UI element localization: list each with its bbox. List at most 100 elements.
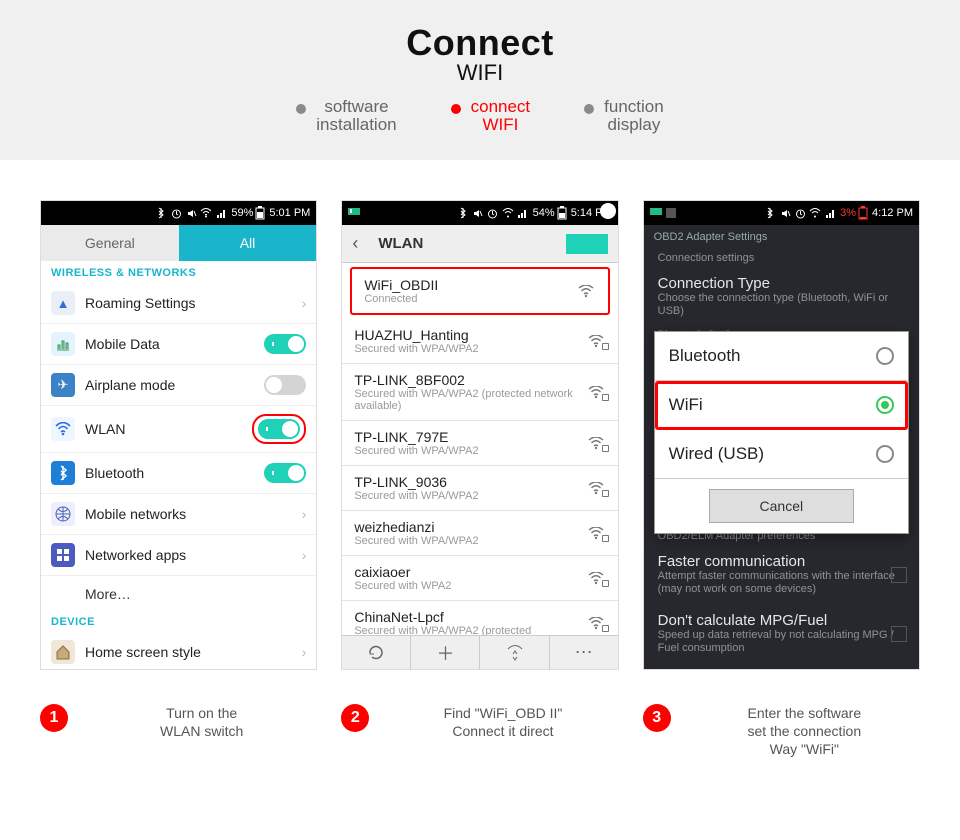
home-icon: [51, 640, 75, 664]
chevron-right-icon: ›: [302, 547, 307, 563]
caption-2: 2 Find "WiFi_OBD II"Connect it direct: [341, 704, 618, 758]
option-wifi[interactable]: WiFi: [655, 381, 908, 430]
status-bar: 3% 4:12 PM: [644, 201, 919, 225]
row-mpg[interactable]: Don't calculate MPG/Fuel Speed up data r…: [644, 604, 919, 663]
bg-icon: [665, 207, 677, 219]
airplane-switch[interactable]: [264, 375, 306, 395]
tab-all[interactable]: All: [179, 225, 317, 261]
bluetooth-icon: [51, 461, 75, 485]
wlan-bottom-bar: ＋ ⋯: [342, 635, 617, 669]
row-mobile-networks[interactable]: Mobile networks ›: [41, 494, 316, 535]
option-usb[interactable]: Wired (USB): [655, 430, 908, 479]
caption-3: 3 Enter the softwareset the connectionWa…: [643, 704, 920, 758]
more-button[interactable]: ⋯: [550, 636, 618, 669]
airplane-icon: ✈: [51, 373, 75, 397]
wifi-signal-icon: [578, 285, 596, 298]
network-row[interactable]: WiFi_OBDIIConnected: [350, 267, 609, 315]
tabs: General All: [41, 225, 316, 261]
chevron-right-icon: ›: [302, 295, 307, 311]
clock: 4:12 PM: [872, 207, 913, 219]
chevron-right-icon: ›: [302, 644, 307, 660]
stepper-connect-wifi[interactable]: connect WIFI: [451, 98, 531, 134]
wifi-signal-icon: [588, 482, 606, 495]
network-row[interactable]: caixiaoerSecured with WPA2: [342, 556, 617, 601]
network-sub: Secured with WPA2: [354, 580, 587, 592]
banner: Connect WIFI software installation conne…: [0, 0, 960, 160]
row-airplane[interactable]: ✈ Airplane mode: [41, 365, 316, 406]
row-roaming[interactable]: ▲ Roaming Settings ›: [41, 283, 316, 324]
network-sub: Secured with WPA/WPA2: [354, 445, 587, 457]
network-name: caixiaoer: [354, 564, 587, 580]
radio-icon: [876, 347, 894, 365]
network-row[interactable]: TP-LINK_8BF002Secured with WPA/WPA2 (pro…: [342, 364, 617, 421]
refresh-button[interactable]: [342, 636, 411, 669]
network-row[interactable]: weizhedianziSecured with WPA/WPA2: [342, 511, 617, 556]
network-row[interactable]: TP-LINK_9036Secured with WPA/WPA2: [342, 466, 617, 511]
network-row[interactable]: HUAZHU_HantingSecured with WPA/WPA2: [342, 319, 617, 364]
bt-icon: [155, 207, 167, 219]
wifi-icon: [51, 417, 75, 441]
clock: 5:01 PM: [269, 207, 310, 219]
row-connection-type[interactable]: Connection Type Choose the connection ty…: [644, 267, 919, 326]
network-row[interactable]: TP-LINK_797ESecured with WPA/WPA2: [342, 421, 617, 466]
stepper-function[interactable]: function display: [584, 98, 664, 134]
status-bar: 54% 5:14 PM: [342, 201, 617, 225]
phones-row: 59% 5:01 PM General All WIRELESS & NETWO…: [0, 160, 960, 682]
network-name: TP-LINK_9036: [354, 474, 587, 490]
row-bluetooth[interactable]: Bluetooth: [41, 453, 316, 494]
row-more[interactable]: More…: [41, 576, 316, 610]
row-home-style[interactable]: Home screen style ›: [41, 632, 316, 670]
step-badge: 2: [341, 704, 369, 732]
apps-icon: [51, 543, 75, 567]
bt-icon: [457, 207, 469, 219]
row-networked-apps[interactable]: Networked apps ›: [41, 535, 316, 576]
tab-general[interactable]: General: [41, 225, 179, 261]
wifi-signal-icon: [588, 572, 606, 585]
row-mobile-data[interactable]: Mobile Data: [41, 324, 316, 365]
checkbox[interactable]: [891, 567, 907, 583]
cancel-button[interactable]: Cancel: [709, 489, 855, 523]
signal-icon: [824, 207, 836, 219]
wlan-master-switch[interactable]: [566, 234, 608, 254]
phone-wlan: 54% 5:14 PM ‹ WLAN WiFi_OBDIIConnectedHU…: [341, 200, 618, 670]
stepper: software installation connect WIFI funct…: [0, 98, 960, 134]
mute-icon: [472, 207, 484, 219]
network-sub: Secured with WPA/WPA2: [354, 490, 587, 502]
checkbox[interactable]: [891, 626, 907, 642]
mute-icon: [185, 207, 197, 219]
wifi-icon: [200, 207, 212, 219]
bluetooth-switch[interactable]: [264, 463, 306, 483]
direct-button[interactable]: [480, 636, 549, 669]
network-name: TP-LINK_797E: [354, 429, 587, 445]
dot-icon: [296, 104, 306, 114]
add-button[interactable]: ＋: [411, 636, 480, 669]
captions: 1 Turn on theWLAN switch 2 Find "WiFi_OB…: [0, 682, 960, 780]
row-wlan[interactable]: WLAN: [41, 406, 316, 453]
option-bluetooth[interactable]: Bluetooth: [655, 332, 908, 381]
battery-icon: 59%: [231, 206, 265, 220]
screen-title: OBD2 Adapter Settings: [644, 225, 919, 249]
row-faster-comm[interactable]: Faster communication Attempt faster comm…: [644, 545, 919, 604]
wlan-title: WLAN: [372, 235, 565, 252]
back-button[interactable]: ‹: [352, 233, 372, 254]
section-device: DEVICE: [41, 610, 316, 632]
wifi-signal-icon: [588, 527, 606, 540]
chevron-right-icon: ›: [302, 506, 307, 522]
network-name: ChinaNet-Lpcf: [354, 609, 587, 625]
mute-icon: [779, 207, 791, 219]
banner-subtitle: WIFI: [0, 60, 960, 86]
section-connection: Connection settings: [644, 249, 919, 267]
battery-icon: 54%: [533, 206, 567, 220]
network-name: TP-LINK_8BF002: [354, 372, 587, 388]
network-sub: Secured with WPA/WPA2 (protected network…: [354, 388, 587, 412]
chart-icon: [51, 332, 75, 356]
wifi-signal-icon: [588, 437, 606, 450]
obd-icon: [650, 207, 662, 219]
alarm-icon: [794, 207, 806, 219]
bt-icon: [764, 207, 776, 219]
dot-icon: [584, 104, 594, 114]
stepper-software[interactable]: software installation: [296, 98, 396, 134]
mobile-data-switch[interactable]: [264, 334, 306, 354]
wlan-switch[interactable]: [258, 419, 300, 439]
network-list: WiFi_OBDIIConnectedHUAZHU_HantingSecured…: [342, 267, 617, 646]
